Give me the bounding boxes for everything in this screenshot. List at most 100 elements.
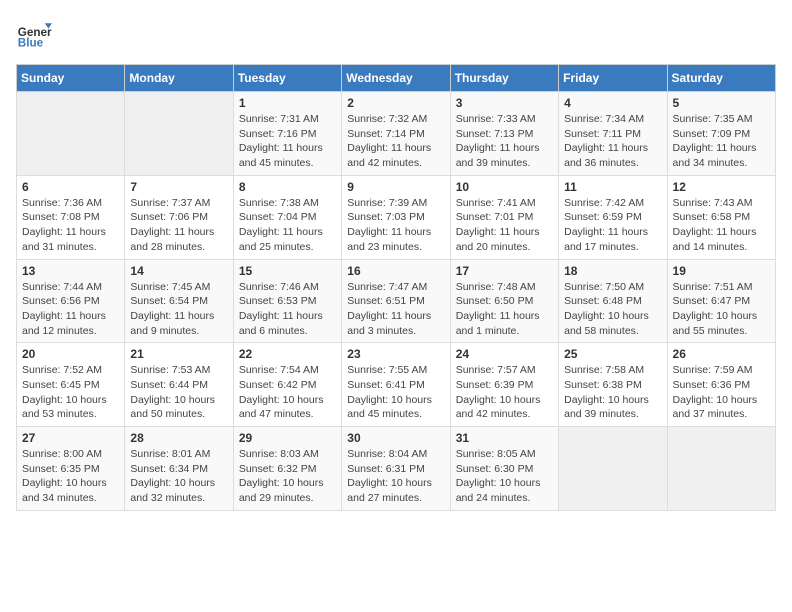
calendar-cell: 6Sunrise: 7:36 AMSunset: 7:08 PMDaylight… [17,175,125,259]
day-number: 10 [456,180,553,194]
day-info: Sunrise: 7:43 AMSunset: 6:58 PMDaylight:… [673,196,770,255]
day-number: 18 [564,264,661,278]
day-number: 28 [130,431,227,445]
day-info: Sunrise: 7:39 AMSunset: 7:03 PMDaylight:… [347,196,444,255]
day-header-monday: Monday [125,65,233,92]
calendar-cell: 19Sunrise: 7:51 AMSunset: 6:47 PMDayligh… [667,259,775,343]
day-info: Sunrise: 7:33 AMSunset: 7:13 PMDaylight:… [456,112,553,171]
page-header: General Blue [16,16,776,52]
day-info: Sunrise: 7:53 AMSunset: 6:44 PMDaylight:… [130,363,227,422]
day-info: Sunrise: 7:31 AMSunset: 7:16 PMDaylight:… [239,112,336,171]
day-number: 14 [130,264,227,278]
calendar-cell: 13 Sunrise: 7:44 AMSunset: 6:56 PMDayligh… [17,259,125,343]
day-info: Sunrise: 7:46 AMSunset: 6:53 PMDaylight:… [239,280,336,339]
day-number: 16 [347,264,444,278]
day-info: Sunrise: 7:38 AMSunset: 7:04 PMDaylight:… [239,196,336,255]
calendar-cell: 17Sunrise: 7:48 AMSunset: 6:50 PMDayligh… [450,259,558,343]
calendar-cell: 18 Sunrise: 7:50 AMSunset: 6:48 PMDayligh… [559,259,667,343]
day-header-wednesday: Wednesday [342,65,450,92]
calendar-cell [125,92,233,176]
calendar-cell: 16 Sunrise: 7:47 AMSunset: 6:51 PMDayligh… [342,259,450,343]
day-number: 12 [673,180,770,194]
day-number: 17 [456,264,553,278]
day-number: 27 [22,431,119,445]
calendar-cell: 25 Sunrise: 7:58 AMSunset: 6:38 PMDayligh… [559,343,667,427]
day-info: Sunrise: 7:58 AMSunset: 6:38 PMDaylight:… [564,363,661,422]
day-number: 26 [673,347,770,361]
day-info: Sunrise: 7:41 AMSunset: 7:01 PMDaylight:… [456,196,553,255]
calendar-cell: 22 Sunrise: 7:54 AMSunset: 6:42 PMDayligh… [233,343,341,427]
days-header-row: SundayMondayTuesdayWednesdayThursdayFrid… [17,65,776,92]
logo-icon: General Blue [16,16,52,52]
week-row-5: 27 Sunrise: 8:00 AMSunset: 6:35 PMDayligh… [17,427,776,511]
day-info: Sunrise: 8:05 AMSunset: 6:30 PMDaylight:… [456,447,553,506]
calendar-cell [667,427,775,511]
day-number: 20 [22,347,119,361]
day-number: 31 [456,431,553,445]
week-row-4: 20 Sunrise: 7:52 AMSunset: 6:45 PMDayligh… [17,343,776,427]
day-info: Sunrise: 7:42 AMSunset: 6:59 PMDaylight:… [564,196,661,255]
day-header-sunday: Sunday [17,65,125,92]
day-number: 21 [130,347,227,361]
day-number: 24 [456,347,553,361]
day-info: Sunrise: 7:54 AMSunset: 6:42 PMDaylight:… [239,363,336,422]
calendar-cell: 4Sunrise: 7:34 AMSunset: 7:11 PMDaylight… [559,92,667,176]
day-number: 8 [239,180,336,194]
calendar-cell: 31 Sunrise: 8:05 AMSunset: 6:30 PMDayligh… [450,427,558,511]
calendar-cell: 15 Sunrise: 7:46 AMSunset: 6:53 PMDayligh… [233,259,341,343]
day-header-saturday: Saturday [667,65,775,92]
day-info: Sunrise: 7:32 AMSunset: 7:14 PMDaylight:… [347,112,444,171]
day-number: 2 [347,96,444,110]
day-info: Sunrise: 8:01 AMSunset: 6:34 PMDaylight:… [130,447,227,506]
day-info: Sunrise: 7:59 AMSunset: 6:36 PMDaylight:… [673,363,770,422]
day-info: Sunrise: 7:44 AMSunset: 6:56 PMDaylight:… [22,280,119,339]
day-number: 3 [456,96,553,110]
day-number: 5 [673,96,770,110]
calendar-cell: 29 Sunrise: 8:03 AMSunset: 6:32 PMDayligh… [233,427,341,511]
logo: General Blue [16,16,56,52]
day-number: 30 [347,431,444,445]
calendar-cell: 10 Sunrise: 7:41 AMSunset: 7:01 PMDayligh… [450,175,558,259]
day-number: 7 [130,180,227,194]
calendar-cell: 3 Sunrise: 7:33 AMSunset: 7:13 PMDaylight… [450,92,558,176]
day-info: Sunrise: 7:47 AMSunset: 6:51 PMDaylight:… [347,280,444,339]
calendar-cell: 8 Sunrise: 7:38 AMSunset: 7:04 PMDaylight… [233,175,341,259]
calendar-cell: 9 Sunrise: 7:39 AMSunset: 7:03 PMDaylight… [342,175,450,259]
day-info: Sunrise: 7:57 AMSunset: 6:39 PMDaylight:… [456,363,553,422]
day-number: 29 [239,431,336,445]
calendar-cell: 2 Sunrise: 7:32 AMSunset: 7:14 PMDaylight… [342,92,450,176]
day-number: 4 [564,96,661,110]
week-row-2: 6Sunrise: 7:36 AMSunset: 7:08 PMDaylight… [17,175,776,259]
calendar-cell: 21 Sunrise: 7:53 AMSunset: 6:44 PMDayligh… [125,343,233,427]
day-number: 13 [22,264,119,278]
day-number: 15 [239,264,336,278]
day-info: Sunrise: 8:00 AMSunset: 6:35 PMDaylight:… [22,447,119,506]
svg-text:Blue: Blue [18,37,44,50]
day-info: Sunrise: 8:03 AMSunset: 6:32 PMDaylight:… [239,447,336,506]
day-info: Sunrise: 7:51 AMSunset: 6:47 PMDaylight:… [673,280,770,339]
day-number: 22 [239,347,336,361]
week-row-3: 13 Sunrise: 7:44 AMSunset: 6:56 PMDayligh… [17,259,776,343]
day-info: Sunrise: 7:52 AMSunset: 6:45 PMDaylight:… [22,363,119,422]
day-number: 11 [564,180,661,194]
calendar-cell: 14 Sunrise: 7:45 AMSunset: 6:54 PMDayligh… [125,259,233,343]
calendar-cell: 20 Sunrise: 7:52 AMSunset: 6:45 PMDayligh… [17,343,125,427]
calendar-cell: 5Sunrise: 7:35 AMSunset: 7:09 PMDaylight… [667,92,775,176]
calendar-table: SundayMondayTuesdayWednesdayThursdayFrid… [16,64,776,511]
day-header-thursday: Thursday [450,65,558,92]
calendar-cell: 24 Sunrise: 7:57 AMSunset: 6:39 PMDayligh… [450,343,558,427]
calendar-cell: 28 Sunrise: 8:01 AMSunset: 6:34 PMDayligh… [125,427,233,511]
day-number: 25 [564,347,661,361]
day-info: Sunrise: 7:50 AMSunset: 6:48 PMDaylight:… [564,280,661,339]
day-info: Sunrise: 7:45 AMSunset: 6:54 PMDaylight:… [130,280,227,339]
day-header-tuesday: Tuesday [233,65,341,92]
day-info: Sunrise: 8:04 AMSunset: 6:31 PMDaylight:… [347,447,444,506]
day-info: Sunrise: 7:55 AMSunset: 6:41 PMDaylight:… [347,363,444,422]
day-header-friday: Friday [559,65,667,92]
day-number: 1 [239,96,336,110]
week-row-1: 1 Sunrise: 7:31 AMSunset: 7:16 PMDaylight… [17,92,776,176]
calendar-cell: 27 Sunrise: 8:00 AMSunset: 6:35 PMDayligh… [17,427,125,511]
day-info: Sunrise: 7:37 AMSunset: 7:06 PMDaylight:… [130,196,227,255]
day-number: 9 [347,180,444,194]
calendar-cell [17,92,125,176]
